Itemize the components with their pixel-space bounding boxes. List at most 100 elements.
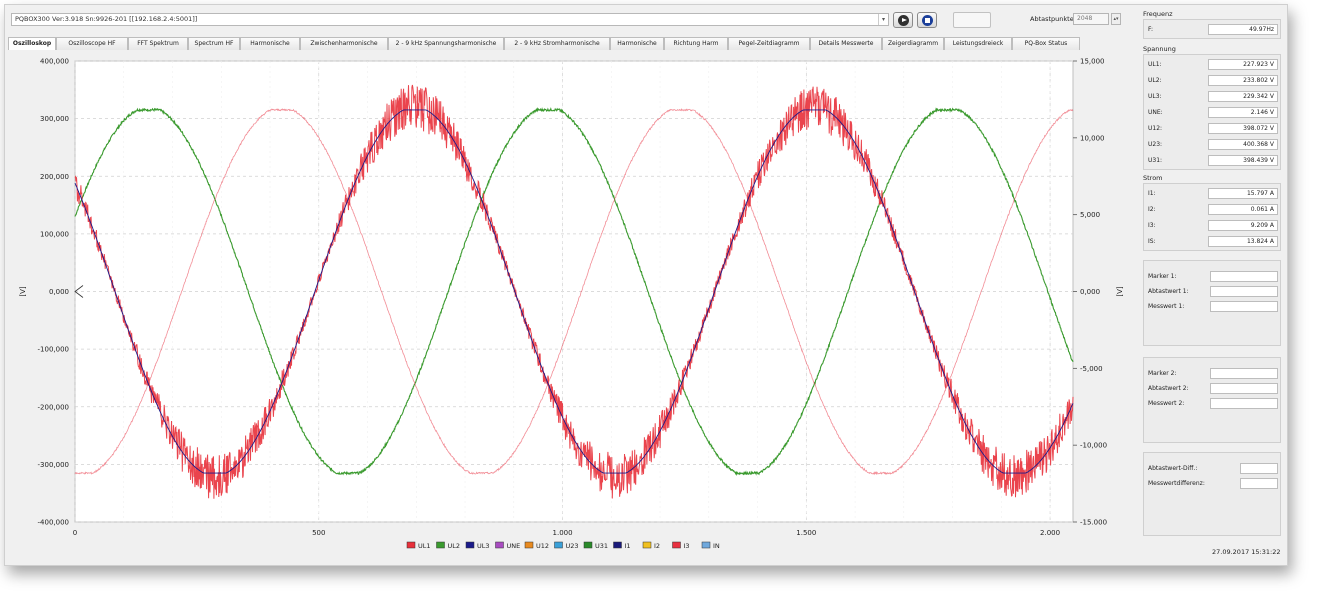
chevron-down-icon[interactable]: ▾ <box>878 14 888 25</box>
x-tick-label: 500 <box>312 529 325 537</box>
legend-swatch <box>436 541 445 549</box>
voltage-row: UL2: 233.802 V <box>1148 75 1278 87</box>
y2-tick-label: -10,000 <box>1080 442 1107 450</box>
sample-diff-row: Abtastwert-Diff.: <box>1148 463 1278 475</box>
marker2-row: Marker 2: <box>1148 368 1278 380</box>
value2-label: Messwert 2: <box>1148 400 1185 407</box>
tab-oszilloscope-hf[interactable]: Oszilloscope HF <box>56 37 128 50</box>
stop-icon <box>922 15 933 26</box>
sample1-field[interactable] <box>1210 286 1278 297</box>
marker1-group: Marker 1: Abtastwert 1: Messwert 1: <box>1143 260 1281 346</box>
current-row: I3: 9.209 A <box>1148 220 1278 232</box>
voltage-label: UNE: <box>1148 109 1163 116</box>
tab-fft-spektrum[interactable]: FFT Spektrum <box>128 37 188 50</box>
blank-button[interactable] <box>953 12 991 28</box>
tab-oszilloskop[interactable]: Oszilloskop <box>8 37 56 51</box>
sample-diff-label: Abtastwert-Diff.: <box>1148 465 1198 472</box>
value-diff-field[interactable] <box>1240 478 1278 489</box>
legend-swatch <box>672 541 681 549</box>
legend-swatch <box>406 541 416 549</box>
voltage-row: U23: 400.368 V <box>1148 139 1278 151</box>
marker1-row: Marker 1: <box>1148 271 1278 283</box>
value1-field[interactable] <box>1210 301 1278 312</box>
oscilloscope-chart: 400,000 300,000 200,000 100,000 0,000 -100,00… <box>19 58 1124 551</box>
legend-label: I1 <box>625 542 631 550</box>
sample2-field[interactable] <box>1210 383 1278 394</box>
tab-2-9-khz-stromharmonische[interactable]: 2 - 9 kHz Stromharmonische <box>504 37 610 50</box>
frequency-row: F: 49.97Hz <box>1148 24 1278 36</box>
voltage-row: UNE: 2.146 V <box>1148 107 1278 119</box>
current-label: IS: <box>1148 238 1156 245</box>
tab-zwischenharmonische[interactable]: Zwischenharmonische <box>300 37 388 50</box>
y-tick-label: 200,000 <box>40 173 69 181</box>
current-value: 15.797 A <box>1208 188 1278 199</box>
current-value: 13.824 A <box>1208 236 1278 247</box>
device-select[interactable]: PQBOX300 Ver:3.918 Sn:9926-201 [[192.168… <box>11 13 889 26</box>
tab-zeigerdiagramm[interactable]: Zeigerdiagramm <box>882 37 944 50</box>
sample-diff-field[interactable] <box>1240 463 1278 474</box>
current-row: I2: 0.061 A <box>1148 204 1278 216</box>
stop-button[interactable] <box>917 12 937 28</box>
y2-tick-label: 5,000 <box>1080 211 1100 219</box>
marker2-group: Marker 2: Abtastwert 2: Messwert 2: <box>1143 357 1281 443</box>
legend-label: I2 <box>654 542 660 550</box>
y-tick-label: -200,000 <box>38 403 69 411</box>
legend-swatch <box>524 541 534 549</box>
legend-swatch <box>495 541 504 549</box>
legend-swatch <box>583 541 593 549</box>
current-row: IS: 13.824 A <box>1148 236 1278 248</box>
tab-spectrum-hf[interactable]: Spectrum HF <box>188 37 240 50</box>
y2-tick-label: -5,000 <box>1080 365 1103 373</box>
value-diff-label: Messwertdifferenz: <box>1148 480 1205 487</box>
timestamp: 27.09.2017 15:31:22 <box>1212 548 1281 556</box>
sample-points-label: Abtastpunkte: <box>1030 15 1076 23</box>
sample1-label: Abtastwert 1: <box>1148 288 1189 295</box>
legend-swatch <box>642 541 652 549</box>
y2-tick-label: 0,000 <box>1080 288 1100 296</box>
voltage-row: UL3: 229.342 V <box>1148 91 1278 103</box>
voltage-value: 229.342 V <box>1208 91 1278 102</box>
legend-swatch <box>554 541 563 549</box>
y-tick-label: 400,000 <box>40 58 69 66</box>
tab-pegel-zeitdiagramm[interactable]: Pegel-Zeitdiagramm <box>728 37 810 50</box>
x-tick-label: 1.000 <box>553 529 573 537</box>
current-row: I1: 15.797 A <box>1148 188 1278 200</box>
frequency-value: 49.97Hz <box>1208 24 1278 35</box>
y-tick-label: -300,000 <box>38 461 69 469</box>
tab-leistungsdreieck[interactable]: Leistungsdreieck <box>944 37 1012 50</box>
marker2-field[interactable] <box>1210 368 1278 379</box>
play-button[interactable] <box>893 12 913 28</box>
legend-label: UL1 <box>418 542 431 550</box>
tab-harmonische[interactable]: Harmonische <box>610 37 664 50</box>
tab-richtung-harm[interactable]: Richtung Harm <box>664 37 728 50</box>
y-tick-label: 300,000 <box>40 115 69 123</box>
frequency-title: Frequenz <box>1143 10 1173 18</box>
voltage-row: UL1: 227.923 V <box>1148 59 1278 71</box>
voltage-label: UL1: <box>1148 61 1162 68</box>
legend-label: UL2 <box>448 542 461 550</box>
spinner-icon[interactable]: ▴▾ <box>1111 13 1121 25</box>
y2-tick-label: 15,000 <box>1080 58 1105 66</box>
legend-label: U31 <box>595 542 608 550</box>
value2-row: Messwert 2: <box>1148 398 1278 410</box>
tab-harmonische[interactable]: Harmonische <box>240 37 300 50</box>
voltage-value: 398.439 V <box>1208 155 1278 166</box>
app-window: PQBOX300 Ver:3.918 Sn:9926-201 [[192.168… <box>4 4 1288 566</box>
current-label: I1: <box>1148 190 1156 197</box>
voltage-label: UL2: <box>1148 77 1162 84</box>
value1-row: Messwert 1: <box>1148 301 1278 313</box>
frequency-group: F: 49.97Hz <box>1143 19 1281 39</box>
value2-field[interactable] <box>1210 398 1278 409</box>
value-diff-row: Messwertdifferenz: <box>1148 478 1278 490</box>
tab-pq-box-status[interactable]: PQ-Box Status <box>1012 37 1080 50</box>
voltage-value: 233.802 V <box>1208 75 1278 86</box>
tab-2-9-khz-spannungsharmonische[interactable]: 2 - 9 kHz Spannungsharmonische <box>388 37 504 50</box>
marker1-field[interactable] <box>1210 271 1278 282</box>
voltage-group: UL1: 227.923 V UL2: 233.802 V UL3: 229.342 VU… <box>1143 54 1281 170</box>
tab-details-messwerte[interactable]: Details Messwerte <box>810 37 882 50</box>
legend-label: UNE <box>507 542 521 550</box>
sample-points-field[interactable]: 2048 <box>1073 13 1109 25</box>
legend-swatch <box>701 541 711 549</box>
voltage-label: UL3: <box>1148 93 1162 100</box>
play-icon <box>898 15 909 26</box>
